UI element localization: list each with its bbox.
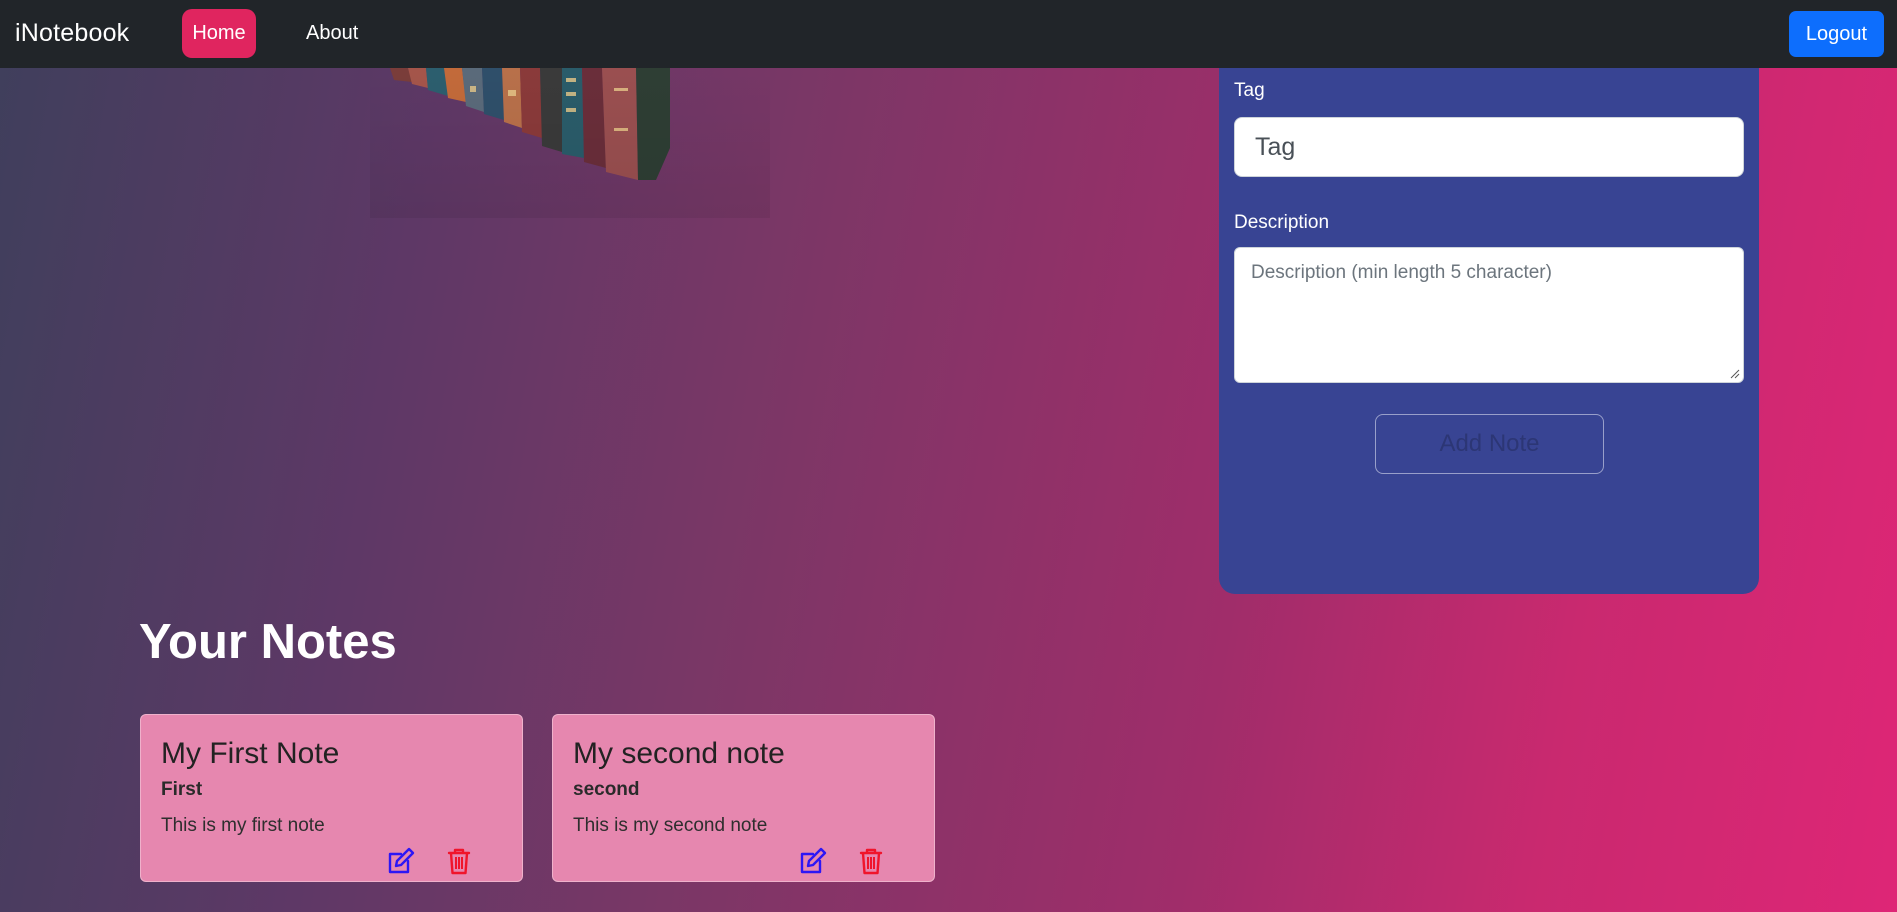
description-label: Description [1234, 212, 1330, 233]
notes-heading: Your Notes [139, 615, 397, 669]
trash-icon[interactable] [855, 845, 887, 877]
description-textarea[interactable]: Description (min length 5 character) [1234, 247, 1744, 383]
note-description: This is my first note [161, 815, 325, 836]
edit-icon[interactable] [797, 845, 829, 877]
navbar: iNotebook Home About Logout [0, 0, 1897, 68]
tag-input[interactable]: Tag [1234, 117, 1744, 177]
brand-logo[interactable]: iNotebook [15, 19, 129, 48]
nav-home-link[interactable]: Home [182, 9, 256, 58]
note-tag: second [573, 779, 640, 800]
note-title: My First Note [161, 737, 340, 770]
add-note-panel: Tag Tag Description Description (min len… [1219, 68, 1759, 594]
trash-icon[interactable] [443, 845, 475, 877]
nav-about-link[interactable]: About [306, 22, 358, 45]
note-title: My second note [573, 737, 785, 770]
note-tag: First [161, 779, 203, 800]
tag-label: Tag [1234, 80, 1265, 101]
description-placeholder: Description (min length 5 character) [1251, 262, 1552, 283]
logout-button[interactable]: Logout [1789, 11, 1884, 57]
note-card: My second note second This is my second … [552, 714, 935, 882]
books-image [370, 68, 770, 218]
add-note-button[interactable]: Add Note [1375, 414, 1604, 474]
note-card: My First Note First This is my first not… [140, 714, 523, 882]
note-description: This is my second note [573, 815, 768, 836]
edit-icon[interactable] [385, 845, 417, 877]
resize-grip-icon[interactable] [1730, 369, 1740, 379]
tag-input-placeholder: Tag [1255, 132, 1296, 161]
